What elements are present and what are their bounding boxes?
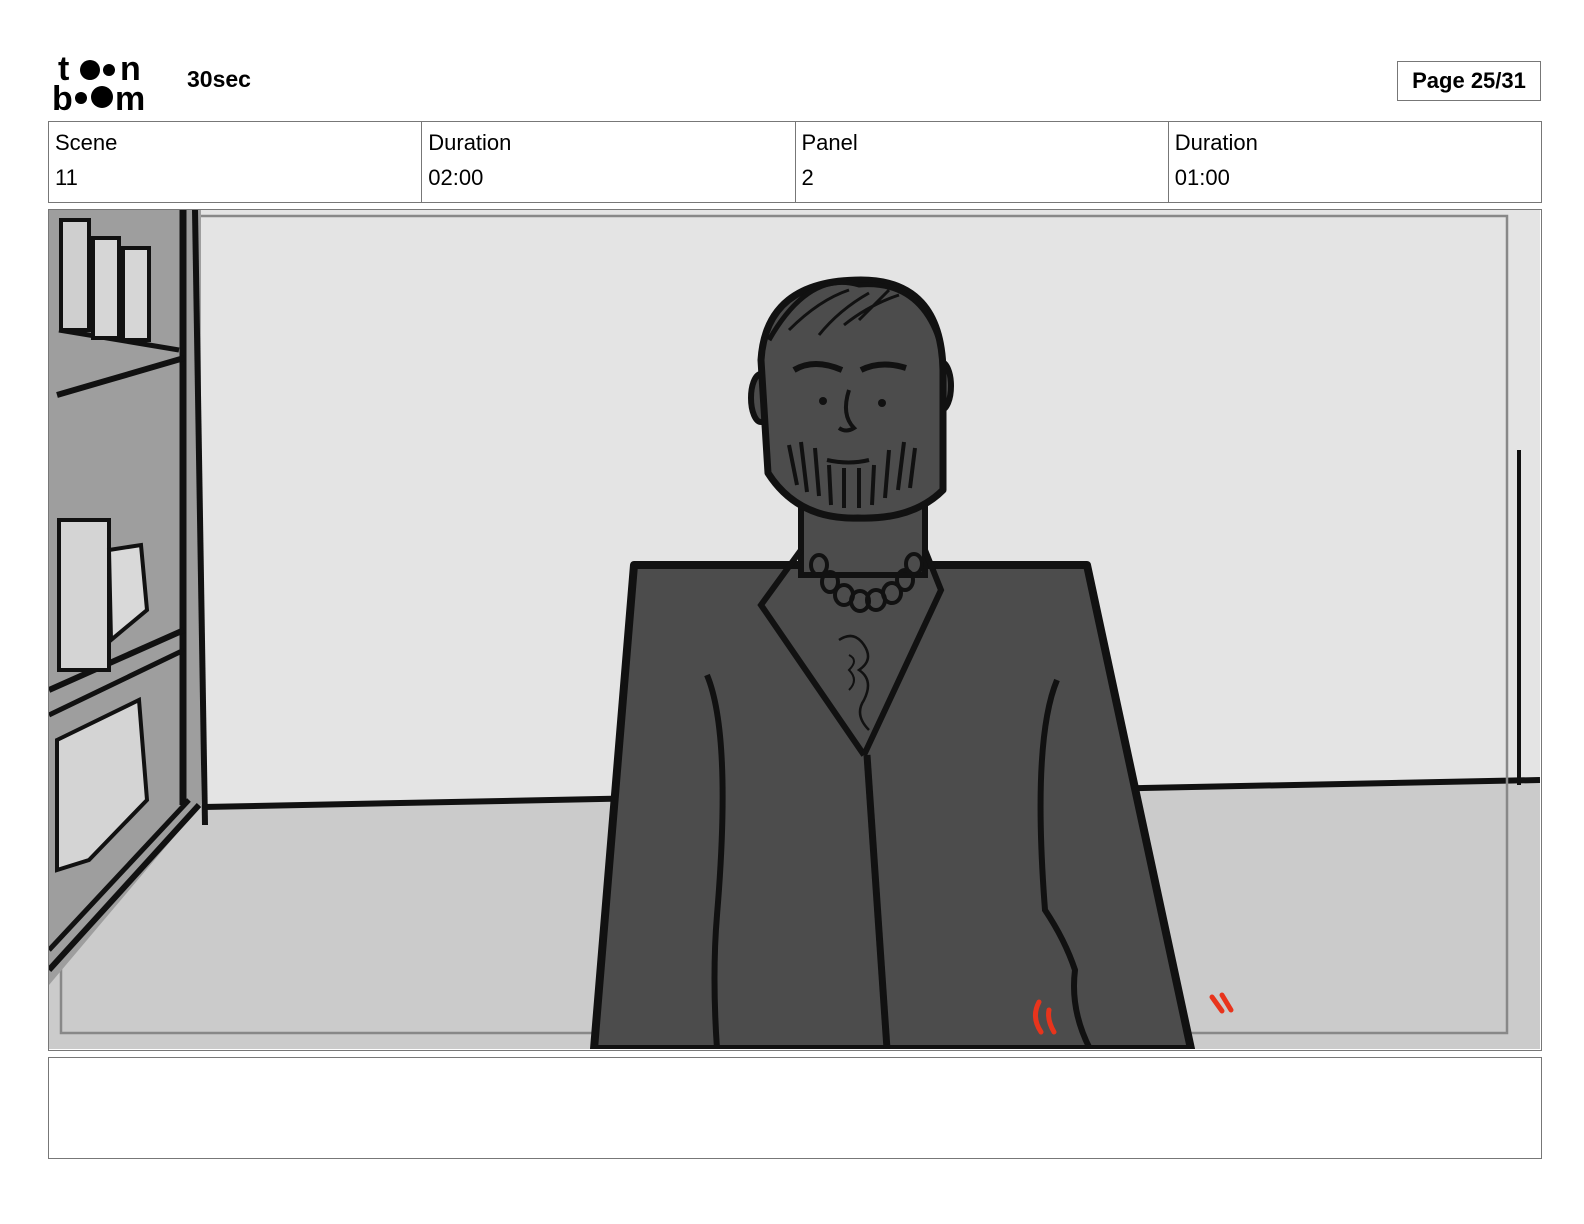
scene-value: 11 (55, 165, 78, 190)
panel-duration-cell: Duration 01:00 (1169, 122, 1541, 202)
page-indicator: Page 25/31 (1397, 61, 1541, 101)
toon-boom-logo: t n b m (52, 50, 164, 118)
panel-info-table: Scene 11 Duration 02:00 Panel 2 Duration… (48, 121, 1542, 203)
panel-duration-label: Duration (1174, 130, 1258, 155)
svg-text:m: m (115, 80, 145, 112)
panel-cell: Panel 2 (796, 122, 1169, 202)
panel-value: 2 (801, 165, 814, 190)
scene-duration-value: 02:00 (428, 165, 484, 190)
scene-label: Scene (55, 130, 118, 155)
storyboard-sketch (49, 210, 1540, 1049)
scene-duration-cell: Duration 02:00 (422, 122, 796, 202)
panel-label: Panel (801, 130, 858, 155)
scene-cell: Scene 11 (49, 122, 423, 202)
storyboard-panel (48, 209, 1542, 1051)
panel-notes (48, 1057, 1542, 1159)
svg-text:b: b (52, 80, 73, 112)
scene-duration-label: Duration (428, 130, 512, 155)
panel-duration-value: 01:00 (1174, 165, 1230, 190)
document-title: 30sec (187, 66, 251, 92)
